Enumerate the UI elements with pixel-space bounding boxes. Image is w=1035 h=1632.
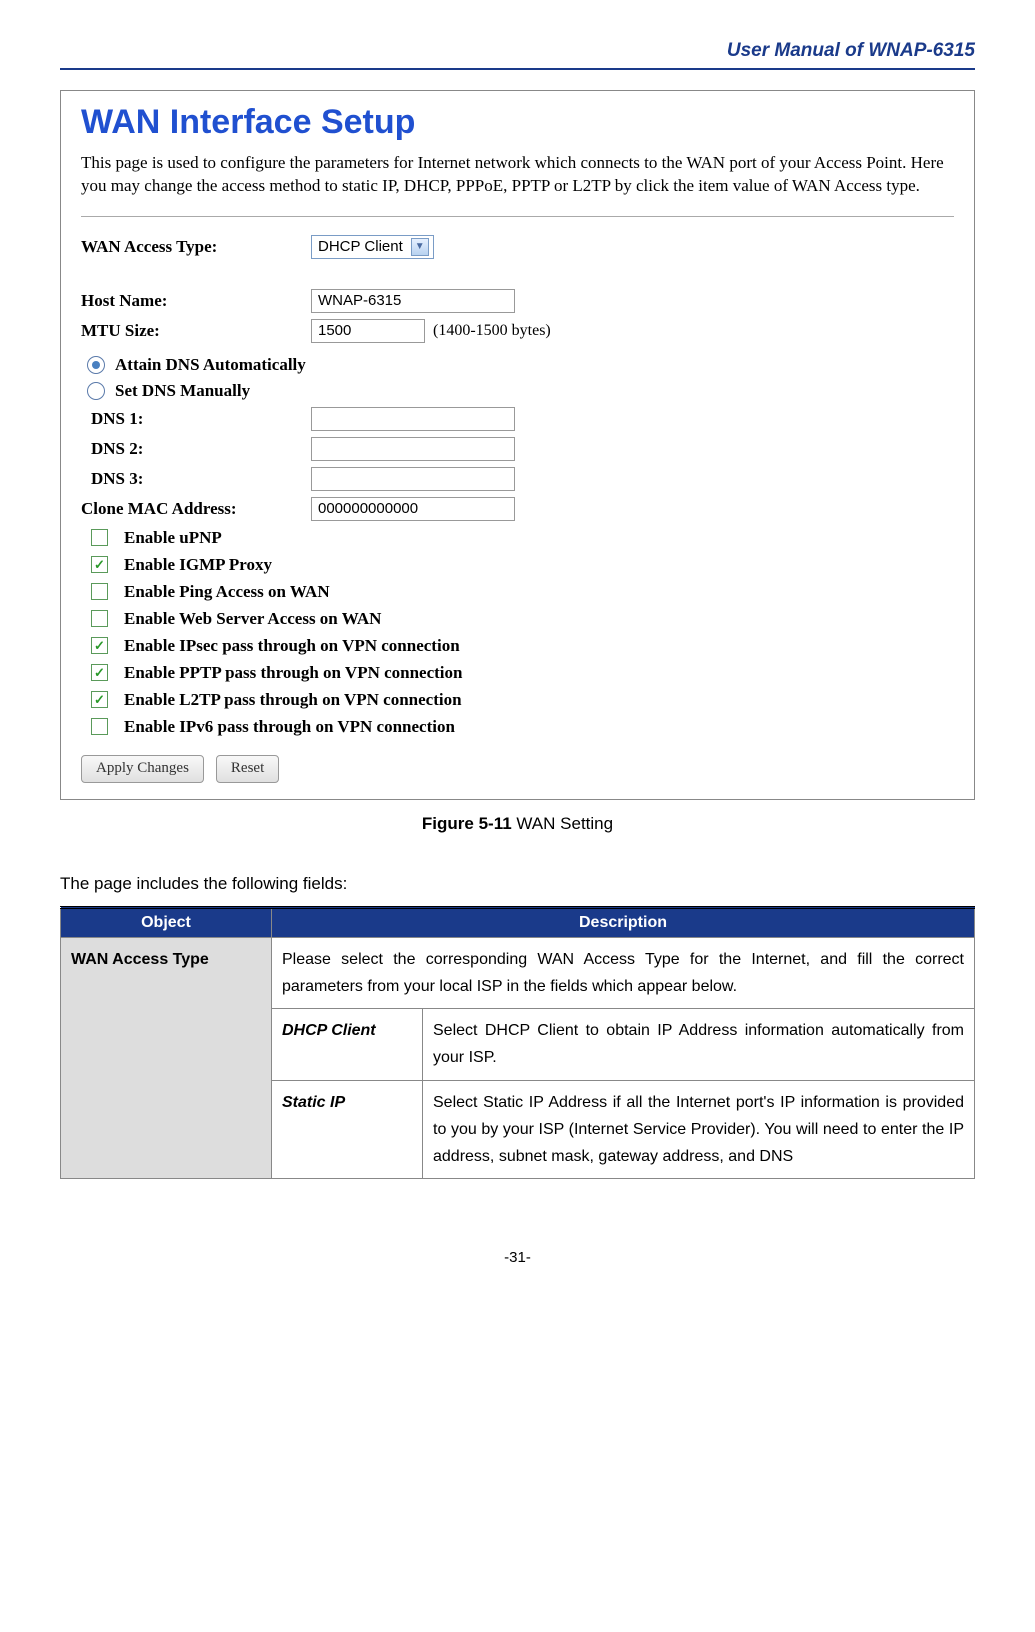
obj-dhcp: DHCP Client [272, 1009, 423, 1080]
desc-dhcp: Select DHCP Client to obtain IP Address … [423, 1009, 975, 1080]
th-object: Object [61, 907, 272, 937]
mtu-label: MTU Size: [81, 321, 311, 341]
cb-ipv6-label: Enable IPv6 pass through on VPN connecti… [124, 717, 455, 737]
cb-pptp[interactable] [91, 664, 108, 681]
reset-button[interactable]: Reset [216, 755, 279, 783]
wan-access-value: DHCP Client [318, 238, 403, 255]
dns2-label: DNS 2: [81, 439, 311, 459]
intro-text: The page includes the following fields: [60, 874, 975, 894]
mtu-input[interactable]: 1500 [311, 319, 425, 343]
figure-title: WAN Setting [512, 814, 613, 833]
dns2-input[interactable] [311, 437, 515, 461]
clone-mac-label: Clone MAC Address: [81, 499, 311, 519]
wan-access-select[interactable]: DHCP Client ▼ [311, 235, 434, 259]
divider [81, 216, 954, 217]
chevron-down-icon: ▼ [411, 238, 429, 256]
host-name-label: Host Name: [81, 291, 311, 311]
cb-ping-wan[interactable] [91, 583, 108, 600]
page-number: -31- [60, 1249, 975, 1266]
cb-ipv6[interactable] [91, 718, 108, 735]
desc-wan-access: Please select the corresponding WAN Acce… [272, 937, 975, 1008]
cb-igmp-label: Enable IGMP Proxy [124, 555, 272, 575]
cb-ipsec-label: Enable IPsec pass through on VPN connect… [124, 636, 460, 656]
radio-attain-dns-label: Attain DNS Automatically [115, 355, 306, 375]
panel-description: This page is used to configure the param… [81, 152, 954, 198]
desc-static-ip: Select Static IP Address if all the Inte… [423, 1080, 975, 1179]
radio-set-dns[interactable] [87, 382, 105, 400]
dns3-label: DNS 3: [81, 469, 311, 489]
cb-web-access-label: Enable Web Server Access on WAN [124, 609, 381, 629]
cb-igmp[interactable] [91, 556, 108, 573]
obj-wan-access: WAN Access Type [61, 937, 272, 1178]
cb-pptp-label: Enable PPTP pass through on VPN connecti… [124, 663, 463, 683]
figure-caption: Figure 5-11 WAN Setting [60, 814, 975, 834]
apply-button[interactable]: Apply Changes [81, 755, 204, 783]
obj-static-ip: Static IP [272, 1080, 423, 1179]
cb-l2tp[interactable] [91, 691, 108, 708]
cb-upnp[interactable] [91, 529, 108, 546]
wan-access-label: WAN Access Type: [81, 237, 311, 257]
cb-ping-wan-label: Enable Ping Access on WAN [124, 582, 330, 602]
host-name-input[interactable]: WNAP-6315 [311, 289, 515, 313]
screenshot-panel: WAN Interface Setup This page is used to… [60, 90, 975, 800]
description-table: Object Description WAN Access Type Pleas… [60, 906, 975, 1179]
radio-set-dns-label: Set DNS Manually [115, 381, 250, 401]
cb-l2tp-label: Enable L2TP pass through on VPN connecti… [124, 690, 462, 710]
cb-web-access[interactable] [91, 610, 108, 627]
dns3-input[interactable] [311, 467, 515, 491]
dns1-input[interactable] [311, 407, 515, 431]
dns1-label: DNS 1: [81, 409, 311, 429]
clone-mac-input[interactable]: 000000000000 [311, 497, 515, 521]
mtu-hint: (1400-1500 bytes) [433, 322, 551, 340]
cb-upnp-label: Enable uPNP [124, 528, 222, 548]
radio-attain-dns[interactable] [87, 356, 105, 374]
figure-number: Figure 5-11 [422, 814, 512, 833]
panel-title: WAN Interface Setup [81, 103, 954, 142]
manual-header: User Manual of WNAP-6315 [60, 40, 975, 70]
th-description: Description [272, 907, 975, 937]
cb-ipsec[interactable] [91, 637, 108, 654]
